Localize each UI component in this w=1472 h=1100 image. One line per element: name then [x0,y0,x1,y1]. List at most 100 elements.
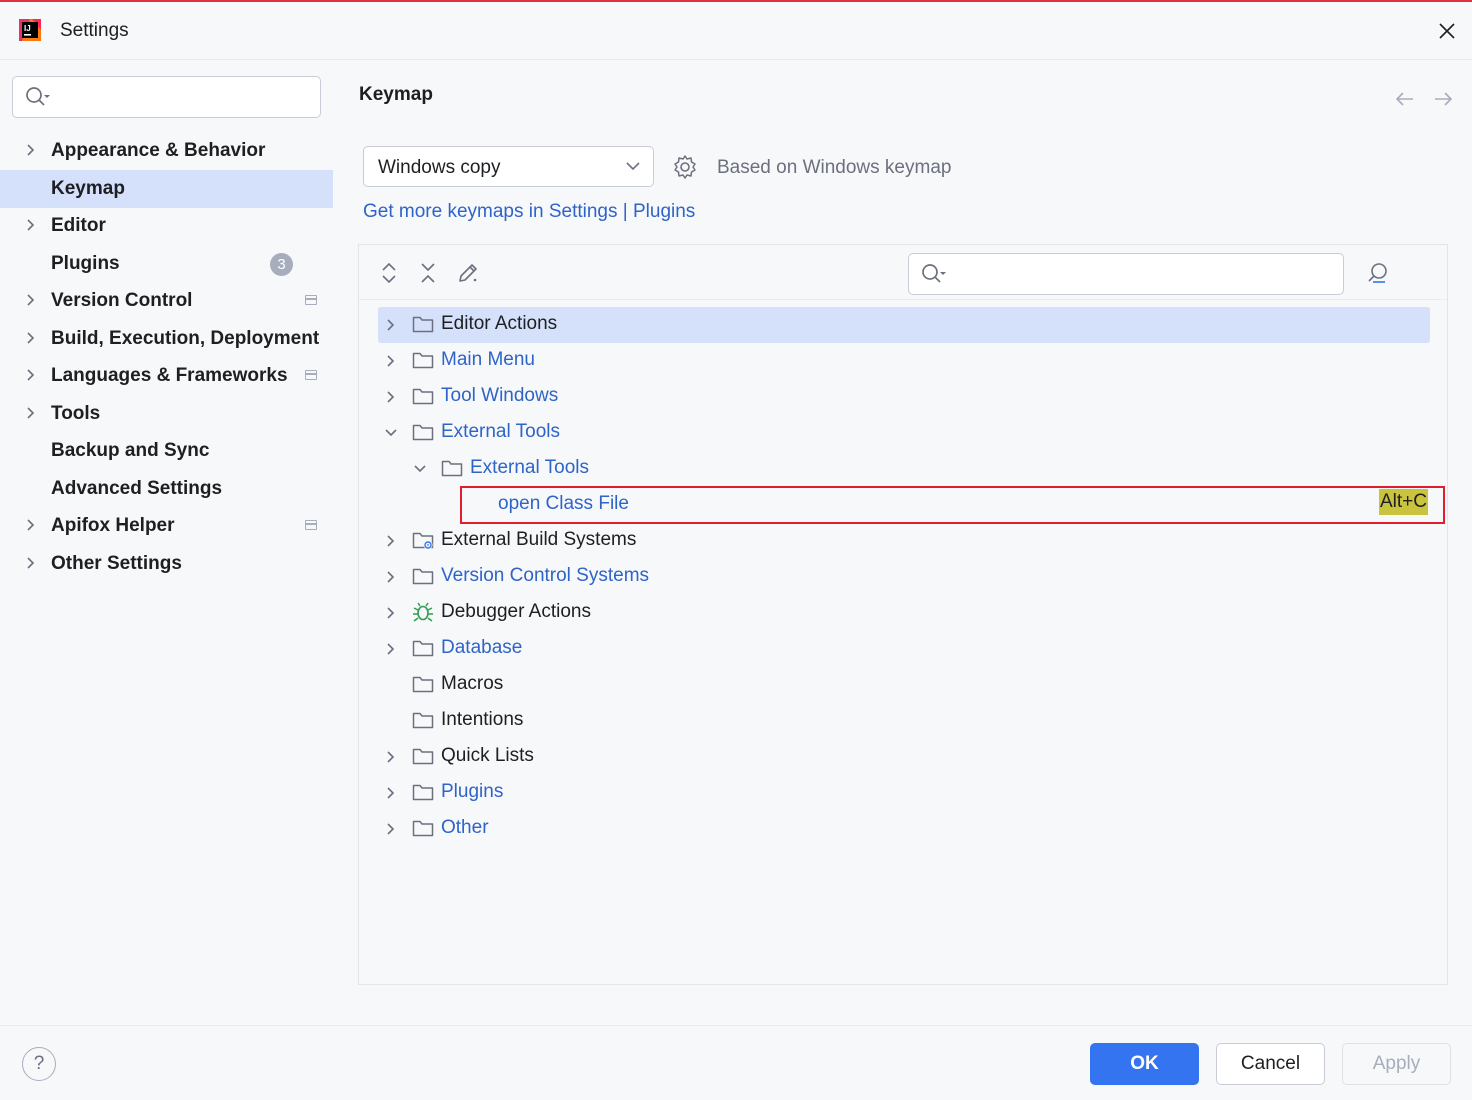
keymap-dropdown[interactable]: Windows copy [363,146,654,187]
tree-group-row[interactable]: External Tools [378,451,1444,487]
tree-group-row[interactable]: Editor Actions [378,307,1430,343]
sidebar-search-box[interactable] [12,76,321,118]
sidebar-item-label: Other Settings [51,552,182,574]
tree-group-row[interactable]: Main Menu [378,343,1444,379]
action-search-input[interactable] [959,260,1334,288]
tree-action-row[interactable]: open Class File Alt+C [378,487,1444,523]
search-icon[interactable] [921,263,949,285]
folder-icon [412,568,434,585]
chevron-right-icon[interactable] [384,318,398,332]
page-title: Keymap [359,84,433,105]
tree-group-row[interactable]: Version Control Systems [378,559,1444,595]
folder-icon [412,352,434,369]
window-title: Settings [60,20,129,41]
tree-row-label: External Tools [470,457,589,478]
forward-arrow-icon[interactable] [1430,86,1456,112]
action-search-box[interactable] [908,253,1344,295]
chevron-right-icon[interactable] [384,606,398,620]
collapse-all-icon[interactable] [416,261,440,285]
chevron-right-icon[interactable] [24,293,38,307]
help-button[interactable]: ? [22,1047,56,1081]
sidebar-item-label: Tools [51,402,101,424]
sidebar-item-label: Editor [51,215,106,236]
tree-row-label: Plugins [441,781,504,802]
chevron-right-icon[interactable] [24,218,38,232]
chevron-right-icon[interactable] [24,368,38,382]
chevron-right-icon[interactable] [384,786,398,800]
tree-row-label: Quick Lists [441,745,534,766]
tree-group-row[interactable]: Plugins [378,775,1444,811]
sidebar-item-label: Plugins [51,252,120,274]
chevron-right-icon[interactable] [24,143,38,157]
chevron-down-icon[interactable] [384,426,398,440]
chevron-right-icon[interactable] [24,556,38,570]
tree-group-row[interactable]: Tool Windows [378,379,1444,415]
sidebar-item-apifox-helper[interactable]: Apifox Helper [0,507,333,545]
sidebar-item-plugins[interactable]: Plugins 3 [0,245,333,283]
tree-row-label: External Build Systems [441,529,637,550]
sidebar-item-languages-frameworks[interactable]: Languages & Frameworks [0,357,333,395]
keymap-page: Keymap Windows copy Based on Windows key… [334,60,1472,1025]
cancel-button[interactable]: Cancel [1216,1043,1325,1085]
chevron-right-icon[interactable] [24,331,38,345]
sidebar-item-version-control[interactable]: Version Control [0,282,333,320]
folder-icon [412,316,434,333]
based-on-label: Based on Windows keymap [717,157,952,178]
sidebar-item-keymap[interactable]: Keymap [0,169,333,208]
sidebar-item-other-settings[interactable]: Other Settings [0,545,333,583]
chevron-right-icon[interactable] [24,406,38,420]
sidebar-item-label: Apifox Helper [51,515,175,536]
chevron-right-icon[interactable] [384,390,398,404]
shortcut-label: Alt+C [1379,489,1428,515]
folder-icon [412,388,434,405]
folder-icon [412,640,434,657]
chevron-right-icon[interactable] [384,354,398,368]
tree-group-row[interactable]: Debugger Actions [378,595,1444,631]
chevron-down-icon[interactable] [413,462,427,476]
keymap-dropdown-value: Windows copy [378,157,501,178]
chevron-right-icon[interactable] [24,518,38,532]
tree-group-row[interactable]: External Tools [378,415,1444,451]
sidebar-search-input[interactable] [63,83,313,111]
sidebar-item-tools[interactable]: Tools [0,395,333,433]
chevron-right-icon[interactable] [384,750,398,764]
chevron-right-icon[interactable] [384,642,398,656]
back-arrow-icon[interactable] [1392,86,1418,112]
tree-group-row[interactable]: External Build Systems [378,523,1444,559]
apply-button[interactable]: Apply [1342,1043,1451,1085]
edit-pencil-icon[interactable] [456,261,480,285]
tree-row-label: open Class File [498,493,629,514]
sidebar-item-label: Appearance & Behavior [51,140,266,161]
intellij-app-icon: IJ [19,19,41,41]
tree-row-label: External Tools [441,421,560,442]
sidebar-item-label: Advanced Settings [51,477,223,499]
sidebar-item-build-execution-deployment[interactable]: Build, Execution, Deployment [0,320,333,358]
tree-group-row[interactable]: Other [378,811,1444,847]
chevron-right-icon[interactable] [384,534,398,548]
search-icon[interactable] [25,86,53,108]
sidebar-item-backup-and-sync[interactable]: Backup and Sync [0,432,333,470]
folder-icon [412,784,434,801]
tree-group-row[interactable]: Quick Lists [378,739,1444,775]
folder-icon [412,712,434,729]
sidebar-item-appearance-behavior[interactable]: Appearance & Behavior [0,132,333,170]
chevron-down-icon [626,162,640,171]
find-by-shortcut-icon[interactable] [1365,261,1391,287]
gear-icon[interactable] [672,154,698,180]
chevron-right-icon[interactable] [384,570,398,584]
sidebar-item-editor[interactable]: Editor [0,207,333,245]
tree-row-label: Database [441,637,523,658]
sidebar-item-label: Version Control [51,290,193,311]
sidebar-item-label: Backup and Sync [51,440,210,461]
tree-row-label: Version Control Systems [441,565,650,586]
tree-group-row[interactable]: Macros [378,667,1444,703]
expand-all-icon[interactable] [377,261,401,285]
tree-row-label: Macros [441,673,504,694]
close-icon[interactable] [1434,18,1460,44]
chevron-right-icon[interactable] [384,822,398,836]
tree-group-row[interactable]: Intentions [378,703,1444,739]
tree-group-row[interactable]: Database [378,631,1444,667]
get-more-keymaps-link[interactable]: Get more keymaps in Settings | Plugins [363,201,695,223]
sidebar-item-advanced-settings[interactable]: Advanced Settings [0,470,333,508]
ok-button[interactable]: OK [1090,1043,1199,1085]
